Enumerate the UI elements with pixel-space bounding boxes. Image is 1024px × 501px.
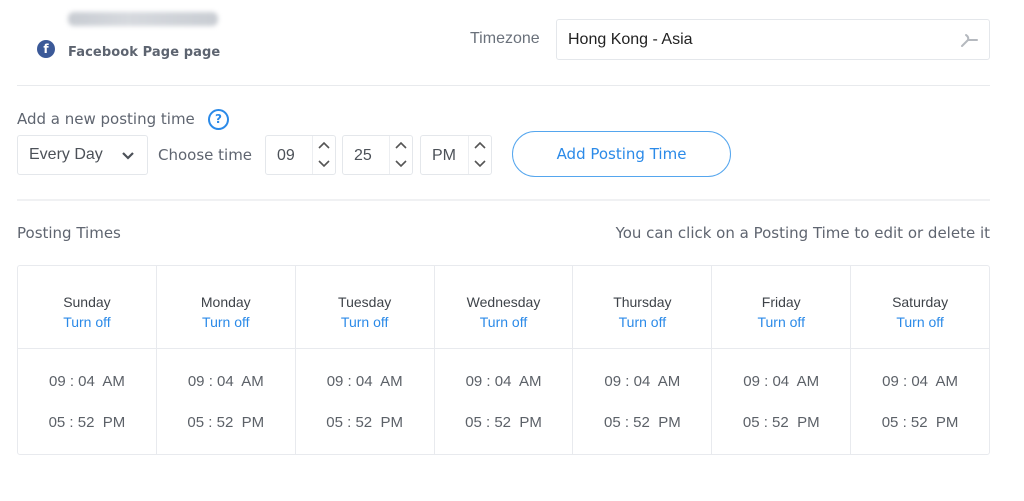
day-column-friday: Friday Turn off 09 : 04 AM 05 : 52 PM <box>712 266 852 454</box>
turn-off-link[interactable]: Turn off <box>757 312 804 332</box>
help-icon[interactable]: ? <box>208 109 229 130</box>
turn-off-link[interactable]: Turn off <box>896 312 943 332</box>
posting-times-title: Posting Times <box>17 224 121 242</box>
posting-time[interactable]: 09 : 04 AM <box>435 372 573 392</box>
timezone-label: Timezone <box>470 30 540 47</box>
posting-time[interactable]: 09 : 04 AM <box>573 372 711 392</box>
posting-time[interactable]: 09 : 04 AM <box>851 372 989 392</box>
ampm-value[interactable]: PM <box>432 147 456 165</box>
posting-time[interactable]: 05 : 52 PM <box>296 413 434 433</box>
day-label: Wednesday <box>466 294 541 310</box>
chevron-up-icon[interactable] <box>474 141 486 151</box>
day-label: Tuesday <box>338 294 392 310</box>
posting-time[interactable]: 09 : 04 AM <box>712 372 850 392</box>
posting-time[interactable]: 05 : 52 PM <box>712 413 850 433</box>
posting-time[interactable]: 05 : 52 PM <box>851 413 989 433</box>
chevron-down-icon <box>122 152 134 160</box>
day-select-value: Every Day <box>29 146 103 163</box>
divider <box>17 85 990 86</box>
minute-value[interactable]: 25 <box>354 147 372 165</box>
chevron-down-icon[interactable] <box>318 158 330 168</box>
posting-times-table: Sunday Turn off 09 : 04 AM 05 : 52 PM Mo… <box>17 265 990 455</box>
day-label: Sunday <box>63 294 111 310</box>
chevron-up-icon[interactable] <box>395 141 407 151</box>
day-column-wednesday: Wednesday Turn off 09 : 04 AM 05 : 52 PM <box>434 266 574 454</box>
turn-off-link[interactable]: Turn off <box>63 312 110 332</box>
timezone-select[interactable]: Hong Kong - Asia <box>556 19 990 60</box>
day-label: Saturday <box>892 294 949 310</box>
add-posting-time-button[interactable]: Add Posting Time <box>512 131 731 177</box>
ampm-stepper[interactable]: PM <box>420 135 492 175</box>
day-label: Monday <box>200 294 251 310</box>
page-type-label: Facebook Page page <box>68 45 221 60</box>
page-name-blurred <box>68 12 218 26</box>
day-label: Friday <box>761 294 801 310</box>
turn-off-link[interactable]: Turn off <box>480 312 527 332</box>
day-column-monday: Monday Turn off 09 : 04 AM 05 : 52 PM <box>156 266 296 454</box>
chevron-down-icon[interactable] <box>474 158 486 168</box>
posting-time[interactable]: 05 : 52 PM <box>435 413 573 433</box>
choose-time-label: Choose time <box>158 146 253 164</box>
posting-time[interactable]: 09 : 04 AM <box>18 372 156 392</box>
hour-value[interactable]: 09 <box>277 147 295 165</box>
turn-off-link[interactable]: Turn off <box>202 312 249 332</box>
divider <box>17 199 990 201</box>
chevron-up-icon[interactable] <box>318 141 330 151</box>
posting-time[interactable]: 09 : 04 AM <box>296 372 434 392</box>
day-column-sunday: Sunday Turn off 09 : 04 AM 05 : 52 PM <box>18 266 157 454</box>
timezone-value: Hong Kong - Asia <box>568 31 693 48</box>
day-column-tuesday: Tuesday Turn off 09 : 04 AM 05 : 52 PM <box>295 266 435 454</box>
turn-off-link[interactable]: Turn off <box>619 312 666 332</box>
pin-icon <box>961 34 978 47</box>
facebook-icon: f <box>37 40 55 58</box>
posting-time[interactable]: 05 : 52 PM <box>157 413 295 433</box>
turn-off-link[interactable]: Turn off <box>341 312 388 332</box>
day-select[interactable]: Every Day <box>17 135 148 175</box>
minute-stepper[interactable]: 25 <box>342 135 413 175</box>
day-label: Thursday <box>613 294 672 310</box>
posting-time[interactable]: 05 : 52 PM <box>573 413 711 433</box>
posting-times-hint: You can click on a Posting Time to edit … <box>615 224 990 242</box>
hour-stepper[interactable]: 09 <box>265 135 336 175</box>
posting-time[interactable]: 09 : 04 AM <box>157 372 295 392</box>
add-posting-label: Add a new posting time <box>17 110 195 128</box>
day-column-thursday: Thursday Turn off 09 : 04 AM 05 : 52 PM <box>573 266 713 454</box>
chevron-down-icon[interactable] <box>395 158 407 168</box>
day-column-saturday: Saturday Turn off 09 : 04 AM 05 : 52 PM <box>851 266 990 454</box>
posting-time[interactable]: 05 : 52 PM <box>18 413 156 433</box>
